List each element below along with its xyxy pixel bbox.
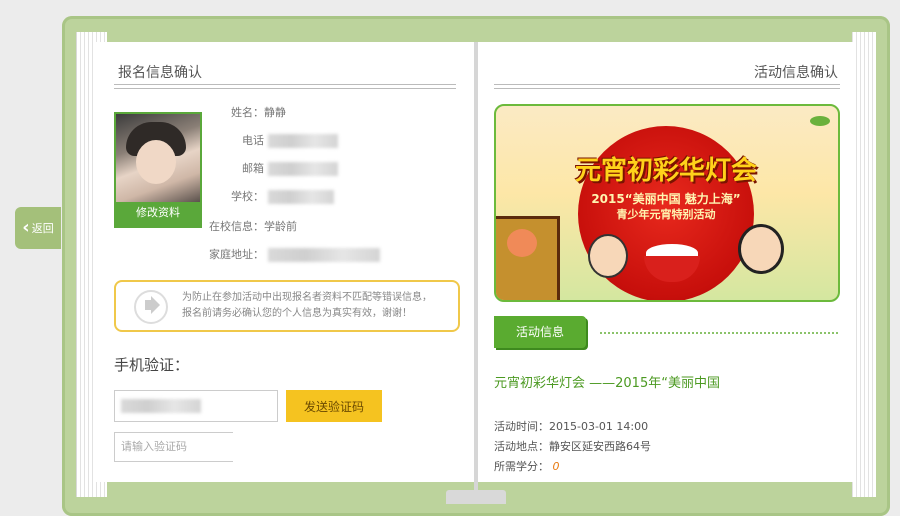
notice-line: 报名前请务必确认您的个人信息为真实有效，谢谢！: [182, 308, 412, 319]
banner-subtitle: 2015“美丽中国 魅力上海”: [591, 192, 741, 206]
field-value: 学龄前: [264, 220, 297, 233]
redacted-value: [268, 248, 380, 262]
field-school: 学校：: [206, 188, 376, 204]
place-label: 活动地点：: [494, 440, 549, 453]
chevron-left-icon: ‹: [22, 217, 30, 238]
title-divider: [114, 84, 456, 89]
avatar-card: 修改资料: [114, 112, 202, 228]
time-value: 2015-03-01 14:00: [549, 420, 649, 433]
back-label: 返回: [31, 222, 54, 235]
back-button[interactable]: ‹ 返回: [15, 207, 61, 249]
activity-info-tag: 活动信息: [494, 316, 586, 348]
registration-title: 报名信息确认: [118, 65, 202, 81]
banner-subtitle-2: 青少年元宵特别活动: [616, 208, 716, 221]
field-email: 邮箱: [206, 160, 376, 176]
phone-verify-title: 手机验证：: [114, 356, 190, 374]
field-value: 静静: [264, 106, 286, 119]
field-address: 家庭地址：: [206, 246, 406, 262]
spine-bottom: [446, 490, 506, 504]
field-label: 邮箱: [242, 162, 264, 175]
phone-input[interactable]: [114, 390, 278, 422]
lantern-icon: [496, 216, 560, 300]
place-value: 静安区延安西路64号: [549, 440, 651, 453]
credit-value: 0: [552, 460, 560, 473]
redacted-value: [121, 399, 201, 413]
speaker-icon: [134, 290, 168, 324]
activity-banner: 元宵初彩华灯会 2015“美丽中国 魅力上海” 青少年元宵特别活动: [494, 104, 840, 302]
activity-page: 活动信息确认 元宵初彩华灯会 2015“美丽中国 魅力上海” 青少年元宵特别活动…: [478, 42, 854, 482]
banner-title: 元宵初彩华灯会: [574, 156, 757, 186]
activity-place: 活动地点：静安区延安西路64号: [494, 438, 651, 454]
leaf-icon: [810, 116, 830, 126]
book-spine: [474, 42, 478, 502]
code-input[interactable]: 请输入验证码: [114, 432, 233, 462]
credit-label: 所需学分：: [494, 460, 549, 473]
activity-title: 元宵初彩华灯会 ——2015年“美丽中国: [494, 376, 720, 391]
redacted-value: [268, 162, 338, 176]
field-label: 学校：: [231, 190, 264, 203]
boy-character-icon: [588, 234, 628, 278]
field-school-info: 在校信息：学龄前: [206, 218, 376, 234]
title-divider: [494, 84, 840, 89]
send-code-button[interactable]: 发送验证码: [286, 390, 382, 422]
field-name: 姓名：静静: [206, 104, 376, 120]
activity-credit: 所需学分： 0: [494, 458, 560, 474]
field-label: 电话: [242, 134, 264, 147]
field-phone: 电话: [206, 132, 376, 148]
field-label: 在校信息：: [209, 220, 264, 233]
notice-box: 为防止在参加活动中出现报名者资料不匹配等错误信息， 报名前请务必确认您的个人信息…: [114, 280, 460, 332]
activity-time: 活动时间：2015-03-01 14:00: [494, 418, 648, 434]
redacted-value: [268, 134, 338, 148]
notice-line: 为防止在参加活动中出现报名者资料不匹配等错误信息，: [182, 292, 432, 303]
girl-character-icon: [738, 224, 784, 274]
time-label: 活动时间：: [494, 420, 549, 433]
field-label: 家庭地址：: [209, 248, 264, 261]
page-stack-right: [852, 32, 876, 497]
redacted-value: [268, 190, 334, 204]
field-label: 姓名：: [231, 106, 264, 119]
dotted-divider: [600, 332, 838, 334]
activity-confirm-title: 活动信息确认: [754, 65, 838, 81]
edit-profile-button[interactable]: 修改资料: [116, 202, 200, 224]
avatar: [116, 114, 200, 202]
registration-page: 报名信息确认 修改资料 姓名：静静 电话 邮箱 学校： 在校信息：学龄前 家庭地…: [96, 42, 474, 482]
